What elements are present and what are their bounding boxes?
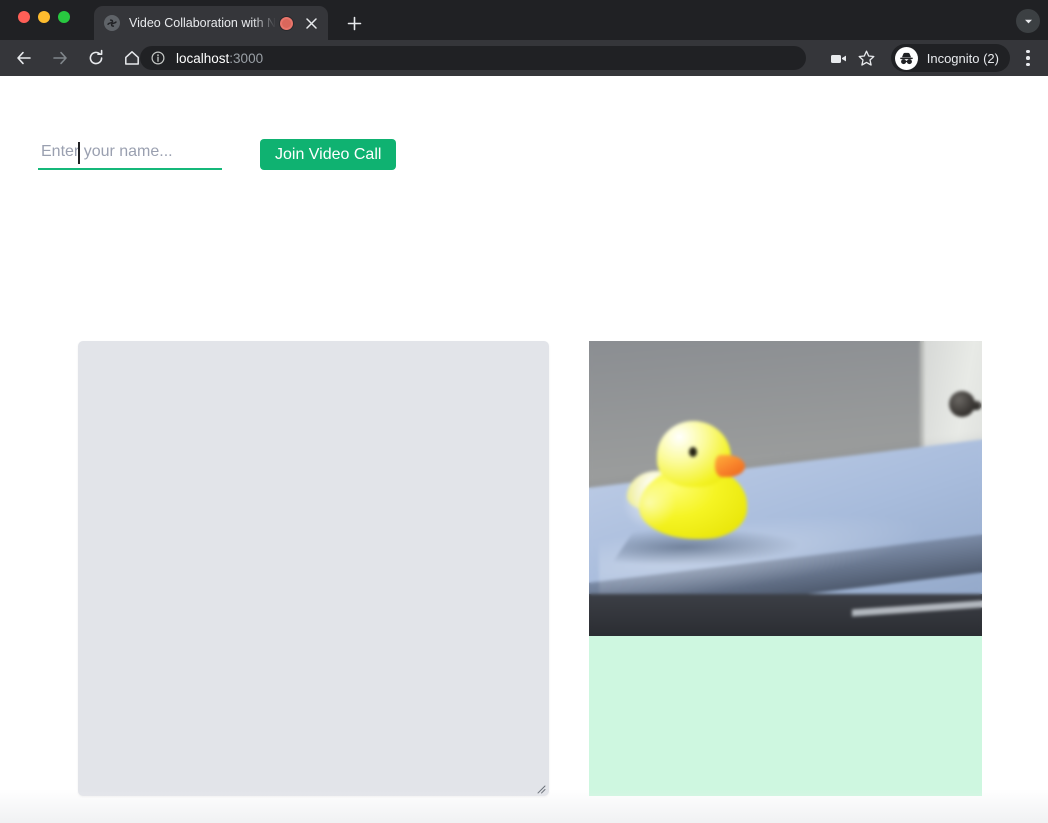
star-icon[interactable] — [853, 44, 881, 72]
duck-beak — [715, 455, 745, 477]
name-input[interactable] — [38, 139, 222, 170]
page-content: Join Video Call — [0, 76, 1048, 823]
address-bar[interactable]: localhost:3000 — [140, 46, 806, 70]
camera-icon[interactable] — [825, 44, 853, 72]
address-bar-text: localhost:3000 — [176, 51, 263, 66]
text-cursor — [78, 141, 80, 164]
site-info-icon[interactable] — [150, 51, 165, 66]
incognito-icon — [894, 46, 918, 70]
url-port: :3000 — [229, 50, 264, 66]
scene-door-knob — [949, 391, 975, 417]
join-video-call-button[interactable]: Join Video Call — [260, 139, 397, 170]
three-dot-menu-icon[interactable] — [1014, 44, 1042, 72]
join-form: Join Video Call — [38, 139, 397, 170]
profile-chip[interactable]: Incognito (2) — [890, 44, 1010, 72]
browser-chrome: Video Collaboration with Node — [0, 0, 1048, 76]
duck-highlight — [621, 475, 677, 531]
browser-tab[interactable]: Video Collaboration with Node — [94, 6, 328, 40]
recording-dot-icon — [280, 16, 293, 30]
video-scene — [589, 341, 982, 636]
media-area — [0, 341, 1048, 823]
duck-eye — [689, 447, 697, 457]
scene-rubber-duck — [621, 415, 751, 539]
local-video-placeholder[interactable] — [78, 341, 549, 796]
globe-favicon — [104, 15, 120, 31]
reload-button[interactable] — [81, 43, 111, 73]
resize-handle-icon[interactable] — [534, 781, 546, 794]
back-button[interactable] — [9, 43, 39, 73]
window-controls — [18, 11, 70, 23]
close-tab-button[interactable] — [302, 14, 320, 32]
scene-floor-strip — [852, 600, 982, 617]
browser-toolbar: localhost:3000 Incognito (2) — [0, 40, 1048, 76]
scene-floor — [589, 594, 982, 636]
minimize-window-button[interactable] — [38, 11, 50, 23]
profile-label: Incognito (2) — [926, 50, 999, 66]
tab-strip: Video Collaboration with Node — [0, 0, 1048, 40]
browser-window: Video Collaboration with Node — [0, 0, 1048, 823]
tab-search-button[interactable] — [1016, 9, 1040, 33]
remote-caption-panel — [589, 636, 982, 796]
remote-video-panel — [589, 341, 982, 796]
new-tab-button[interactable] — [341, 10, 367, 36]
maximize-window-button[interactable] — [58, 11, 70, 23]
url-host: localhost — [176, 50, 230, 66]
tab-title: Video Collaboration with Node — [129, 16, 276, 30]
toolbar-right-actions: Incognito (2) — [825, 40, 1048, 76]
remote-video-stream[interactable] — [589, 341, 982, 636]
forward-button[interactable] — [45, 43, 75, 73]
close-window-button[interactable] — [18, 11, 30, 23]
